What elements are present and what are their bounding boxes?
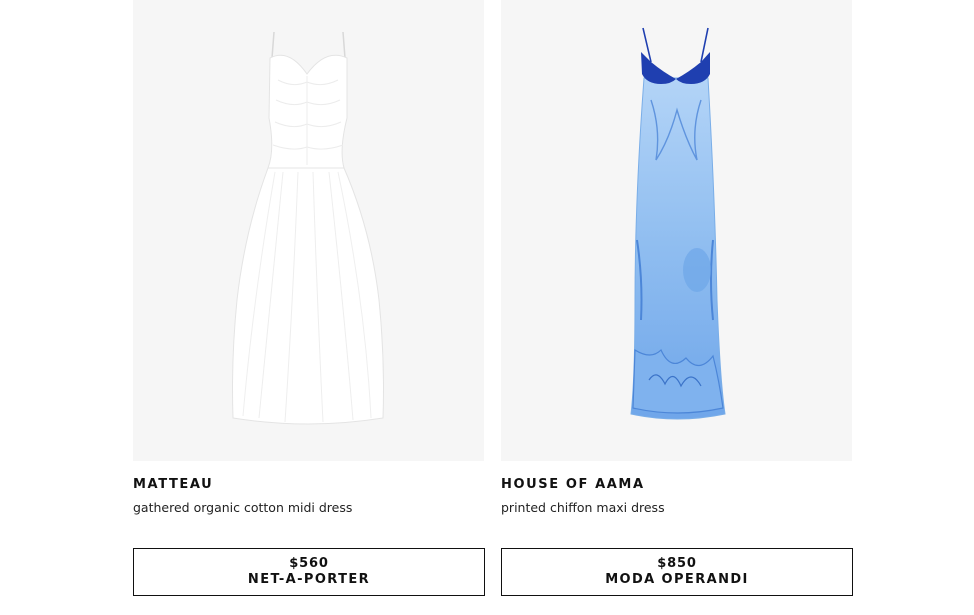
retailer-name: NET-A-PORTER — [247, 572, 371, 587]
product-description[interactable]: printed chiffon maxi dress — [501, 500, 665, 515]
retailer-name: MODA OPERANDI — [605, 572, 749, 587]
product-price: $560 — [289, 556, 329, 571]
product-brand[interactable]: HOUSE OF AAMA — [501, 477, 645, 492]
product-card: MATTEAU gathered organic cotton midi dre… — [133, 0, 485, 596]
buy-button[interactable]: $560 NET-A-PORTER — [133, 548, 485, 596]
blue-maxi-dress-image — [630, 27, 726, 420]
product-description[interactable]: gathered organic cotton midi dress — [133, 500, 352, 515]
product-price: $850 — [657, 556, 697, 571]
product-image-link[interactable] — [133, 0, 484, 461]
buy-button[interactable]: $850 MODA OPERANDI — [501, 548, 853, 596]
product-card: HOUSE OF AAMA printed chiffon maxi dress… — [501, 0, 853, 596]
product-image-link[interactable] — [501, 0, 852, 461]
product-brand[interactable]: MATTEAU — [133, 477, 213, 492]
white-midi-dress-image — [232, 31, 384, 425]
